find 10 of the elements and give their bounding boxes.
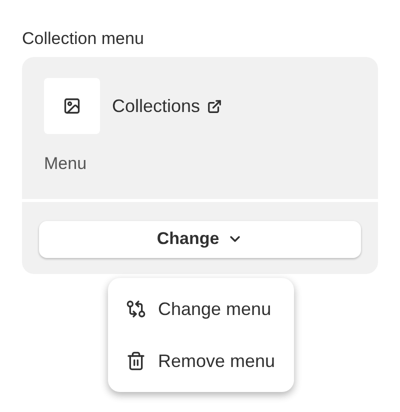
section-title: Collection menu	[22, 28, 145, 50]
swap-arrows-icon	[126, 299, 146, 319]
image-icon	[63, 97, 81, 115]
collections-link[interactable]: Collections	[112, 92, 222, 120]
menu-label: Menu	[44, 153, 88, 175]
menu-item[interactable]: Change menu	[116, 286, 286, 332]
external-link-icon	[207, 98, 222, 114]
menu-item[interactable]: Remove menu	[116, 338, 286, 384]
change-button[interactable]: Change	[39, 220, 361, 258]
trash-icon	[126, 351, 146, 371]
